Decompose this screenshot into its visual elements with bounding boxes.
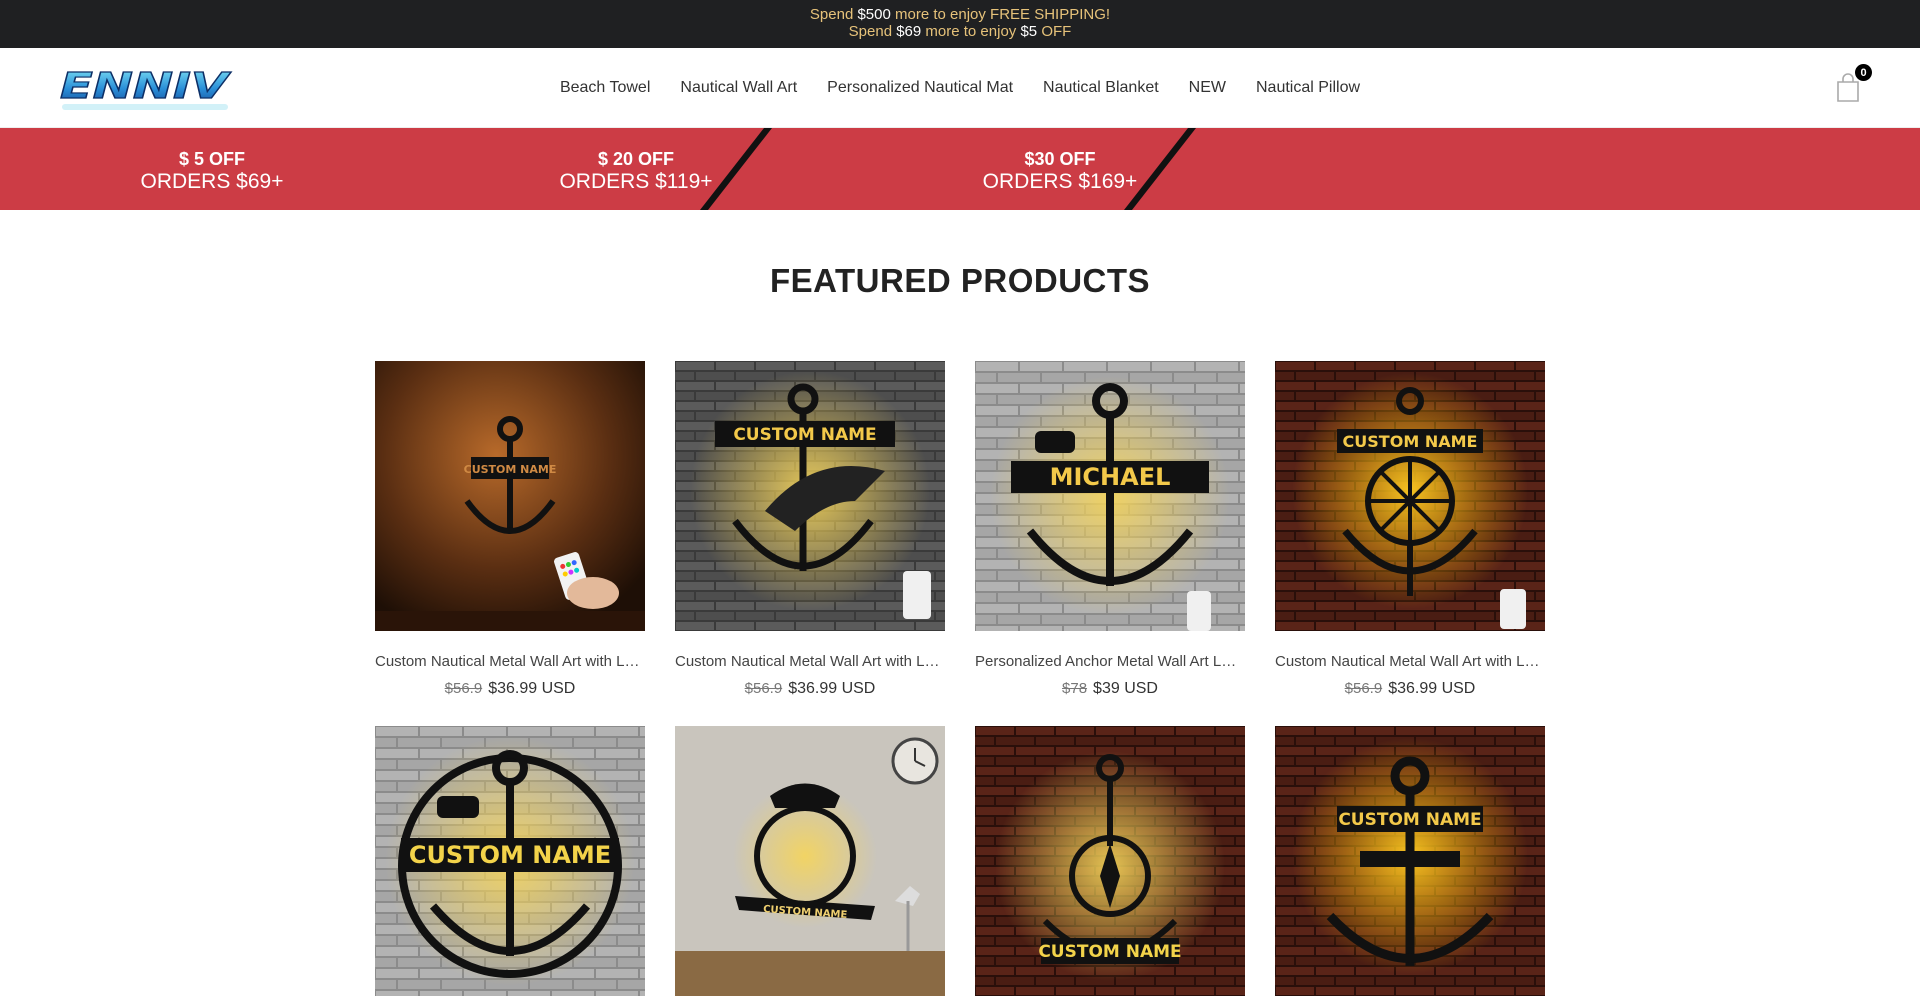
main-nav: Beach Towel Nautical Wall Art Personaliz… [0, 48, 1920, 128]
promo-tier-1[interactable]: $ 5 OFF ORDERS $69+ [0, 128, 424, 210]
cart-count-badge: 0 [1855, 64, 1872, 81]
product-card[interactable]: CUSTOM NAME Custom Nautical Metal Wall A… [675, 361, 945, 698]
compare-at-price: $56.9 [1344, 680, 1383, 697]
promo-tier-2[interactable]: $ 20 OFF ORDERS $119+ [424, 128, 848, 210]
product-price: $56.9 $36.99 USD [375, 680, 645, 698]
site-header: ENNIV Beach Towel Nautical Wall Art Pers… [0, 48, 1920, 128]
product-title[interactable]: Custom Nautical Metal Wall Art with LED … [1275, 653, 1545, 670]
product-title[interactable]: Custom Nautical Metal Wall Art with LED … [675, 653, 945, 670]
svg-text:CUSTOM NAME: CUSTOM NAME [733, 425, 876, 445]
product-title[interactable]: Personalized Anchor Metal Wall Art LED L… [975, 653, 1245, 670]
compare-at-price: $56.9 [444, 680, 483, 697]
product-image[interactable]: CUSTOM NAME [675, 726, 945, 996]
product-card[interactable]: CUSTOM NAME Custom Nautical Metal Wall A… [375, 361, 645, 698]
announcement-line-2: Spend $69 more to enjoy $5 OFF [848, 23, 1072, 40]
featured-products-title: FEATURED PRODUCTS [769, 262, 1151, 299]
product-card[interactable]: CUSTOM NAME [975, 726, 1245, 996]
nav-item-personalized-nautical-mat[interactable]: Personalized Nautical Mat [827, 79, 1013, 97]
promo-banner: $ 5 OFF ORDERS $69+ $ 20 OFF ORDERS $119… [0, 128, 1920, 210]
svg-text:CUSTOM NAME: CUSTOM NAME [1343, 432, 1478, 451]
svg-text:CUSTOM NAME: CUSTOM NAME [464, 463, 557, 476]
nav-item-nautical-pillow[interactable]: Nautical Pillow [1256, 79, 1360, 97]
product-image[interactable]: CUSTOM NAME [675, 361, 945, 631]
compare-at-price: $56.9 [744, 680, 783, 697]
product-title[interactable]: Custom Nautical Metal Wall Art with LED … [375, 653, 645, 670]
nav-item-beach-towel[interactable]: Beach Towel [560, 79, 650, 97]
product-price: $56.9 $36.99 USD [675, 680, 945, 698]
nav-item-nautical-blanket[interactable]: Nautical Blanket [1043, 79, 1159, 97]
discount-threshold-amount: $69 [896, 23, 922, 40]
product-card[interactable]: MICHAEL Personalized Anchor Metal Wall A… [975, 361, 1245, 698]
product-image[interactable]: CUSTOM NAME [975, 726, 1245, 996]
product-price: $78 $39 USD [975, 680, 1245, 698]
product-image[interactable]: CUSTOM NAME [1275, 726, 1545, 996]
svg-text:CUSTOM NAME: CUSTOM NAME [1338, 810, 1481, 830]
nav-item-nautical-wall-art[interactable]: Nautical Wall Art [680, 79, 797, 97]
product-price: $56.9 $36.99 USD [1275, 680, 1545, 698]
promo-divider [700, 128, 772, 210]
product-image[interactable]: CUSTOM NAME [375, 361, 645, 631]
product-image[interactable]: MICHAEL [975, 361, 1245, 631]
product-grid: CUSTOM NAME Custom Nautical Metal Wall A… [375, 361, 1545, 996]
product-image[interactable]: CUSTOM NAME [1275, 361, 1545, 631]
svg-text:CUSTOM NAME: CUSTOM NAME [1038, 942, 1181, 962]
free-shipping-amount: $500 [857, 6, 891, 23]
promo-tier-3[interactable]: $30 OFF ORDERS $169+ [848, 128, 1272, 210]
product-image[interactable]: CUSTOM NAME [375, 726, 645, 996]
promo-divider [1124, 128, 1196, 210]
announcement-line-1: Spend $500 more to enjoy FREE SHIPPING! [809, 6, 1111, 23]
compare-at-price: $78 [1062, 680, 1088, 697]
cart-button[interactable]: 0 [1834, 64, 1872, 104]
discount-amount: $5 [1020, 23, 1038, 40]
sale-price: $36.99 USD [788, 680, 876, 697]
svg-text:CUSTOM NAME: CUSTOM NAME [409, 841, 611, 869]
sale-price: $39 USD [1093, 680, 1158, 697]
svg-text:MICHAEL: MICHAEL [1050, 463, 1171, 491]
sale-price: $36.99 USD [488, 680, 576, 697]
product-card[interactable]: CUSTOM NAME [375, 726, 645, 996]
nav-item-new[interactable]: NEW [1189, 79, 1226, 97]
product-card[interactable]: CUSTOM NAME [675, 726, 945, 996]
sale-price: $36.99 USD [1388, 680, 1476, 697]
announcement-bar: Spend $500 more to enjoy FREE SHIPPING! … [0, 0, 1920, 48]
product-card[interactable]: CUSTOM NAME Custom Nautical Metal Wall A… [1275, 361, 1545, 698]
product-card[interactable]: CUSTOM NAME [1275, 726, 1545, 996]
